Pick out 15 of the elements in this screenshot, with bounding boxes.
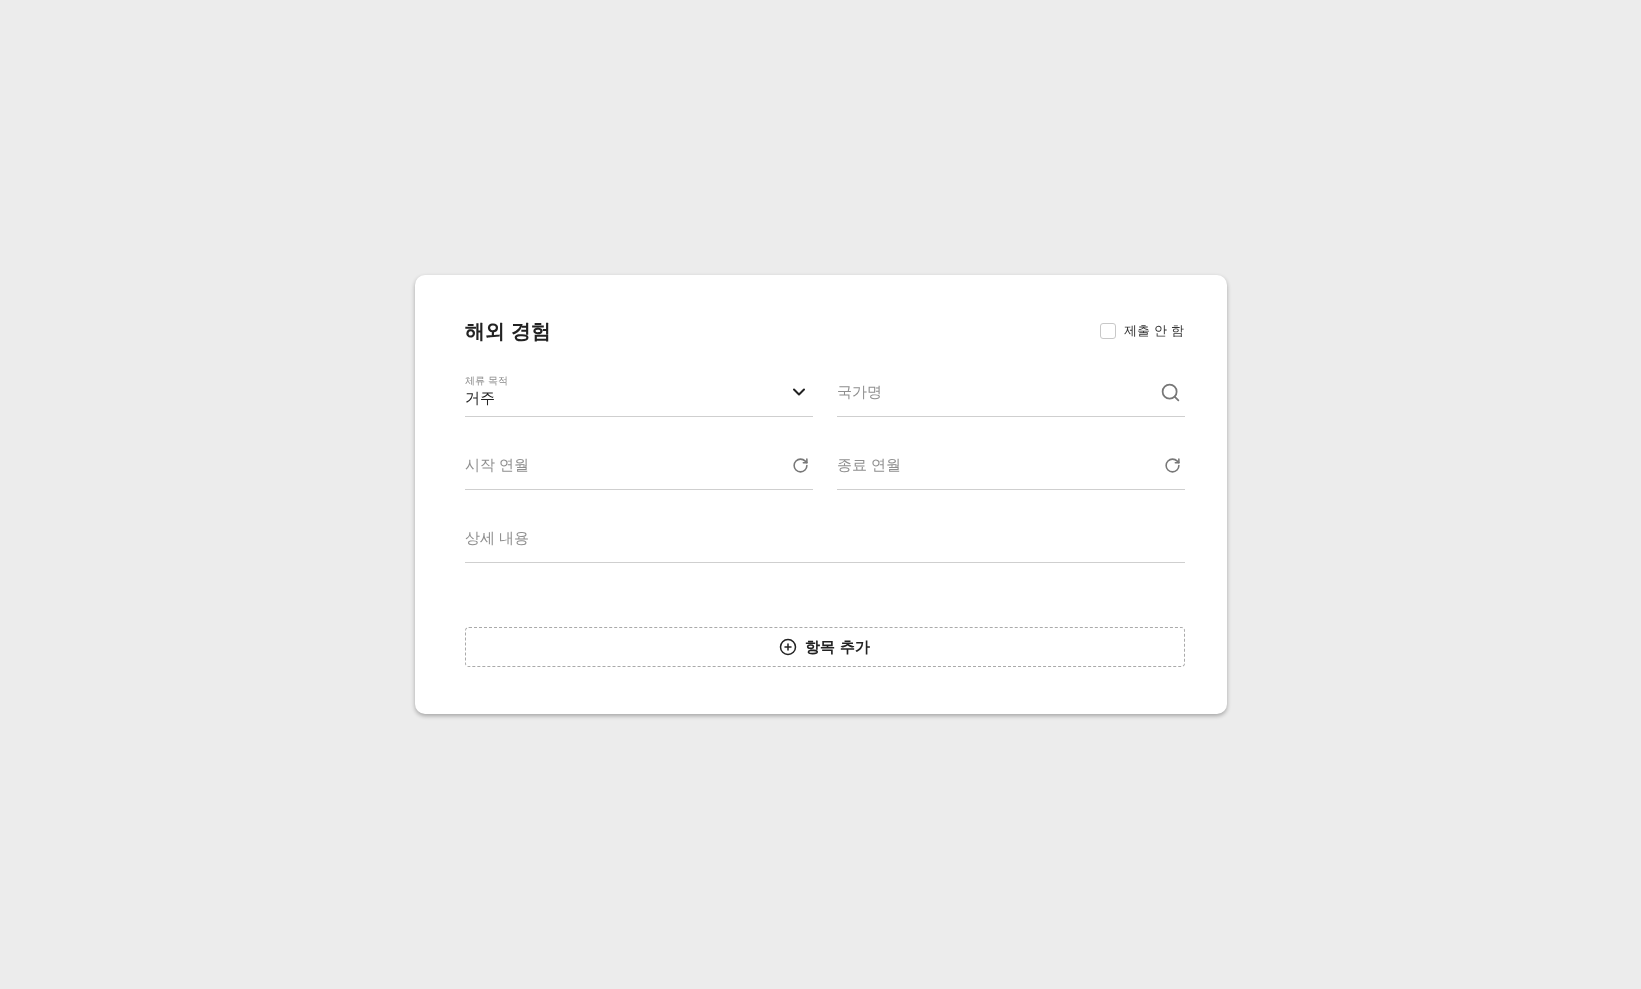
search-icon	[1159, 381, 1181, 403]
add-item-button[interactable]: 항목 추가	[464, 627, 1185, 667]
field-label: 체류 목적	[464, 375, 509, 387]
checkbox[interactable]	[1100, 323, 1117, 339]
refresh-icon	[791, 456, 809, 474]
refresh-icon	[1163, 456, 1181, 474]
input-field[interactable]: 종료 연월	[836, 453, 1164, 477]
checkbox-label: 제출 안 함	[1124, 322, 1185, 341]
select-field[interactable]: 체류 목적 거주	[464, 368, 813, 417]
plus-circle-icon	[778, 638, 797, 656]
field-value: 거주	[464, 388, 496, 409]
input-field[interactable]: 상세 내용	[464, 526, 1181, 550]
input-field[interactable]: 시작 연월	[464, 453, 792, 477]
card-title: 해외 경험	[464, 318, 552, 345]
input-field[interactable]: 국가명	[836, 380, 1160, 404]
